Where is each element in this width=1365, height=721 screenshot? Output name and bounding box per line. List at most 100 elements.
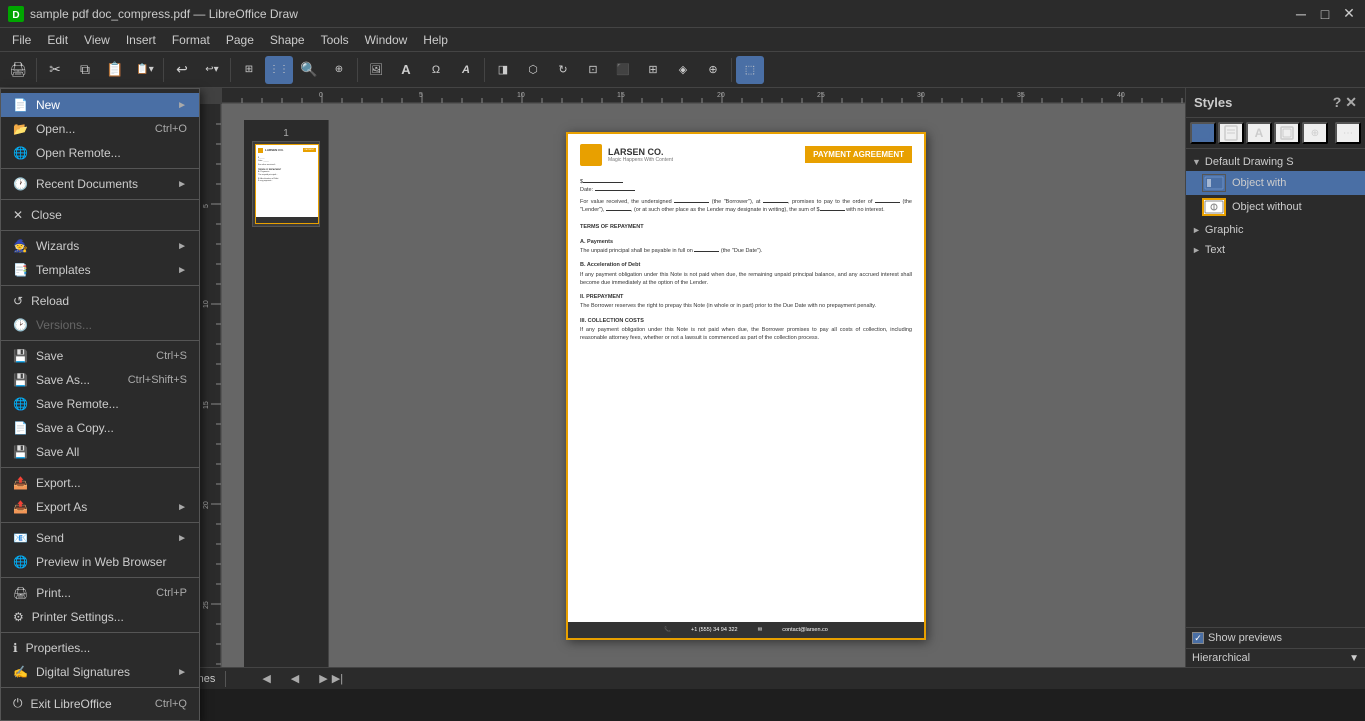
glue-button[interactable]: ⊕ [699,56,727,84]
menu-item-open[interactable]: 📂 Open... Ctrl+O [1,117,199,141]
nav-next-page-btn[interactable]: ▶ [319,672,327,685]
menu-item-export-as[interactable]: 📤 Export As ► [1,495,199,519]
menu-item-save-copy[interactable]: 📄 Save a Copy... [1,416,199,440]
menu-help[interactable]: Help [415,31,456,49]
menu-window[interactable]: Window [357,31,416,49]
toggle-grid-button[interactable]: ⋮⋮ [265,56,293,84]
status-info: ◀ ◀ ▶ ▶| [262,672,1357,685]
menu-file[interactable]: File [4,31,39,49]
copy-button[interactable]: ⧉ [71,56,99,84]
terms-title: TERMS OF REPAYMENT [580,223,912,231]
export-icon: 📤 [13,476,28,490]
menu-item-exit[interactable]: ⏻ Exit LibreOffice Ctrl+Q [1,691,199,716]
menu-item-signatures[interactable]: ✍ Digital Signatures ► [1,660,199,684]
styles-more-btn[interactable]: ⋯ [1335,122,1361,144]
menu-item-save[interactable]: 💾 Save Ctrl+S [1,344,199,368]
minimize-btn[interactable]: ─ [1293,6,1309,22]
extrusion-button[interactable]: ⬛ [609,56,637,84]
nav-prev-btn[interactable]: ◀ [262,672,270,685]
menu-item-save-remote[interactable]: 🌐 Save Remote... [1,392,199,416]
menu-view[interactable]: View [76,31,118,49]
preview-icon: 🌐 [13,555,28,569]
document-canvas[interactable]: 1 LARSEN CO. PAYMENT $_____ [222,104,1185,667]
menu-item-send[interactable]: 📧 Send ► [1,526,199,550]
redo-button[interactable]: ↩▾ [198,56,226,84]
styles-section-graphic-header[interactable]: ► Graphic [1186,221,1365,239]
print-button[interactable]: 🖨 [4,56,32,84]
crop-button[interactable]: ⊡ [579,56,607,84]
styles-close-btn[interactable]: ✕ [1345,94,1357,111]
thumbnail-item-1[interactable]: LARSEN CO. PAYMENT $_____ Date: _____ Fo… [252,141,320,227]
new-from-selection-btn[interactable]: ⊕ [1302,122,1328,144]
styles-item-object-with[interactable]: Object with [1186,171,1365,195]
styles-help-btn[interactable]: ? [1333,94,1342,111]
section-default-label: Default Drawing S [1205,156,1294,168]
page-styles-btn[interactable] [1218,122,1244,144]
payments-text: The unpaid principal shall be payable in… [580,247,912,255]
zoom-pan-button[interactable]: ⊕ [325,56,353,84]
paste-special-button[interactable]: 📋▾ [131,56,159,84]
text-section-arrow: ► [1192,245,1201,255]
styles-section-text-header[interactable]: ► Text [1186,241,1365,259]
insert-fontwork-button[interactable]: A [452,56,480,84]
filter-button[interactable]: ⬡ [519,56,547,84]
toolbar-sep-2 [163,58,164,82]
menu-item-properties[interactable]: ℹ Properties... [1,636,199,660]
insert-special-char-button[interactable]: Ω [422,56,450,84]
ruler-top: 0 5 10 [222,88,1185,104]
menu-item-save-all[interactable]: 💾 Save All [1,440,199,464]
dollar-line: $ [580,178,912,186]
shadow-button[interactable]: ◨ [489,56,517,84]
table-button[interactable]: ⊞ [639,56,667,84]
nav-last-btn[interactable]: ▶| [332,672,343,685]
points-button[interactable]: ◈ [669,56,697,84]
styles-item-object-without[interactable]: Object without [1186,195,1365,219]
new-icon: 📄 [13,98,28,112]
exit-icon: ⏻ [13,696,23,711]
graphic-section-label: Graphic [1205,224,1244,236]
menu-item-templates[interactable]: 📑 Templates ► [1,258,199,282]
menu-item-close[interactable]: ✕ Close [1,203,199,227]
menu-insert[interactable]: Insert [118,31,164,49]
paste-button[interactable]: 📋 [101,56,129,84]
insert-image-button[interactable]: 🖼 [362,56,390,84]
save-remote-icon: 🌐 [13,397,28,411]
thumbnail-panel: 1 LARSEN CO. PAYMENT $_____ [244,120,329,667]
show-previews-checkbox[interactable]: ✓ [1192,632,1204,644]
rotate-button[interactable]: ↻ [549,56,577,84]
svg-text:10: 10 [203,300,210,308]
menu-edit[interactable]: Edit [39,31,76,49]
cut-button[interactable]: ✂ [41,56,69,84]
active-tool-button[interactable]: ⬚ [736,56,764,84]
insert-text-button[interactable]: A [392,56,420,84]
menu-item-wizards[interactable]: 🧙 Wizards ► [1,234,199,258]
menu-item-preview[interactable]: 🌐 Preview in Web Browser [1,550,199,574]
undo-button[interactable]: ↩ [168,56,196,84]
menu-format[interactable]: Format [164,31,218,49]
frame-styles-btn[interactable] [1274,122,1300,144]
menu-item-save-as[interactable]: 💾 Save As... Ctrl+Shift+S [1,368,199,392]
nav-prev-page-btn[interactable]: ◀ [291,672,299,685]
menu-item-printer-settings[interactable]: ⚙ Printer Settings... [1,605,199,629]
maximize-btn[interactable]: □ [1317,6,1333,22]
drawing-styles-btn[interactable] [1190,122,1216,144]
menu-page[interactable]: Page [218,31,262,49]
menu-tools[interactable]: Tools [313,31,357,49]
menu-shape[interactable]: Shape [262,31,313,49]
zoom-button[interactable]: 🔍 [295,56,323,84]
menu-item-print[interactable]: 🖨 Print... Ctrl+P [1,581,199,605]
doc-logo-box [580,144,602,166]
text-char-styles-btn[interactable]: A [1246,122,1272,144]
close-btn[interactable]: ✕ [1341,6,1357,22]
menu-item-export[interactable]: 📤 Export... [1,471,199,495]
menu-item-open-remote[interactable]: 🌐 Open Remote... [1,141,199,165]
styles-section-default-header[interactable]: ▼ Default Drawing S [1186,153,1365,171]
styles-hierarchical-dropdown[interactable]: Hierarchical ▼ [1186,648,1365,667]
menu-item-new[interactable]: 📄 New ► [1,93,199,117]
menu-item-recent[interactable]: 🕐 Recent Documents ► [1,172,199,196]
svg-text:10: 10 [517,92,525,99]
date-line: Date: [580,186,912,194]
menu-item-reload[interactable]: ↺ Reload [1,289,199,313]
snap-grid-button[interactable]: ⊞ [235,56,263,84]
versions-icon: 🕑 [13,318,28,332]
